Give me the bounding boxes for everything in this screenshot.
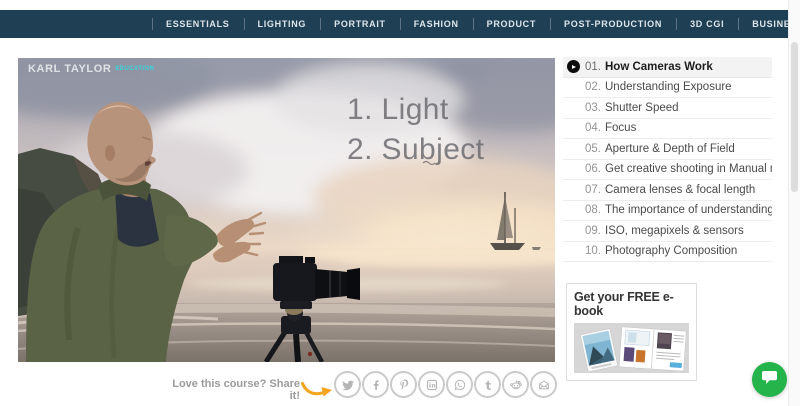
ebook-offer[interactable]: Get your FREE e-book [566, 283, 697, 381]
course-item-03[interactable]: 03. Shutter Speed [563, 98, 772, 119]
course-number: 05. [585, 143, 601, 155]
course-item-04[interactable]: 04. Focus [563, 119, 772, 140]
logo-brand-text: KARL TAYLOR [28, 63, 111, 75]
share-facebook-icon[interactable] [362, 371, 389, 398]
course-title: Get creative shooting in Manual mode [605, 163, 772, 175]
chat-button[interactable] [752, 362, 787, 397]
nav-item-3d-cgi[interactable]: 3D CGI [676, 10, 738, 38]
nav-item-essentials[interactable]: ESSENTIALS [152, 10, 244, 38]
page-scrollbar [788, 0, 800, 406]
course-number: 07. [585, 184, 601, 196]
course-number: 04. [585, 122, 601, 134]
overlay-line-1: 1. Light [347, 90, 484, 130]
page: ESSENTIALS LIGHTING PORTRAIT FASHION PRO… [0, 0, 800, 406]
course-number: 06. [585, 163, 601, 175]
karl-taylor-logo: KARL TAYLOR EDUCATION [28, 63, 154, 75]
share-reddit-icon[interactable] [502, 371, 529, 398]
course-item-01[interactable]: 01. How Cameras Work [563, 57, 772, 78]
nav-item-lighting[interactable]: LIGHTING [244, 10, 321, 38]
course-title: Aperture & Depth of Field [605, 143, 735, 155]
course-number: 10. [585, 245, 601, 257]
share-pinterest-icon[interactable] [390, 371, 417, 398]
course-title: Shutter Speed [605, 102, 679, 114]
course-sidebar: 01. How Cameras Work 02. Understanding E… [563, 57, 772, 262]
course-number: 01. [585, 61, 601, 73]
share-email-icon[interactable] [530, 371, 557, 398]
ebook-image [574, 323, 689, 373]
video-player[interactable]: KARL TAYLOR EDUCATION 1. Light 2. Subjec… [18, 58, 555, 362]
main-nav: ESSENTIALS LIGHTING PORTRAIT FASHION PRO… [0, 10, 788, 38]
course-title: Camera lenses & focal length [605, 184, 755, 196]
share-twitter-icon[interactable] [334, 371, 361, 398]
course-number: 03. [585, 102, 601, 114]
chat-bubble-icon [761, 370, 778, 390]
logo-education-text: EDUCATION [115, 66, 154, 72]
course-title: Photography Composition [605, 245, 737, 257]
course-item-07[interactable]: 07. Camera lenses & focal length [563, 180, 772, 201]
course-list: 01. How Cameras Work 02. Understanding E… [563, 57, 772, 262]
course-title: ISO, megapixels & sensors [605, 225, 744, 237]
course-number: 09. [585, 225, 601, 237]
course-number: 02. [585, 81, 601, 93]
share-arrow-icon [301, 381, 333, 404]
scrollbar-thumb[interactable] [791, 42, 798, 192]
course-title: The importance of understanding light [605, 204, 772, 216]
course-item-10[interactable]: 10. Photography Composition [563, 242, 772, 263]
course-item-08[interactable]: 08. The importance of understanding ligh… [563, 201, 772, 222]
nav-item-product[interactable]: PRODUCT [473, 10, 550, 38]
course-title: Understanding Exposure [605, 81, 732, 93]
nav-item-fashion[interactable]: FASHION [400, 10, 473, 38]
nav-list: ESSENTIALS LIGHTING PORTRAIT FASHION PRO… [0, 10, 788, 38]
course-title: How Cameras Work [605, 61, 713, 73]
course-item-06[interactable]: 06. Get creative shooting in Manual mode [563, 160, 772, 181]
course-title: Focus [605, 122, 636, 134]
course-item-05[interactable]: 05. Aperture & Depth of Field [563, 139, 772, 160]
course-item-09[interactable]: 09. ISO, megapixels & sensors [563, 221, 772, 242]
overlay-line-2: 2. Subject [347, 130, 484, 170]
ebook-title: Get your FREE e-book [574, 290, 689, 318]
nav-item-post-production[interactable]: POST-PRODUCTION [550, 10, 676, 38]
nav-item-portrait[interactable]: PORTRAIT [320, 10, 400, 38]
share-linkedin-icon[interactable] [418, 371, 445, 398]
share-whatsapp-icon[interactable] [446, 371, 473, 398]
course-item-02[interactable]: 02. Understanding Exposure [563, 78, 772, 99]
play-icon [567, 60, 580, 73]
share-tumblr-icon[interactable] [474, 371, 501, 398]
video-overlay-text: 1. Light 2. Subject [347, 90, 484, 170]
course-number: 08. [585, 204, 601, 216]
share-icons [334, 371, 557, 398]
share-label: Love this course? Share it! [168, 378, 300, 402]
